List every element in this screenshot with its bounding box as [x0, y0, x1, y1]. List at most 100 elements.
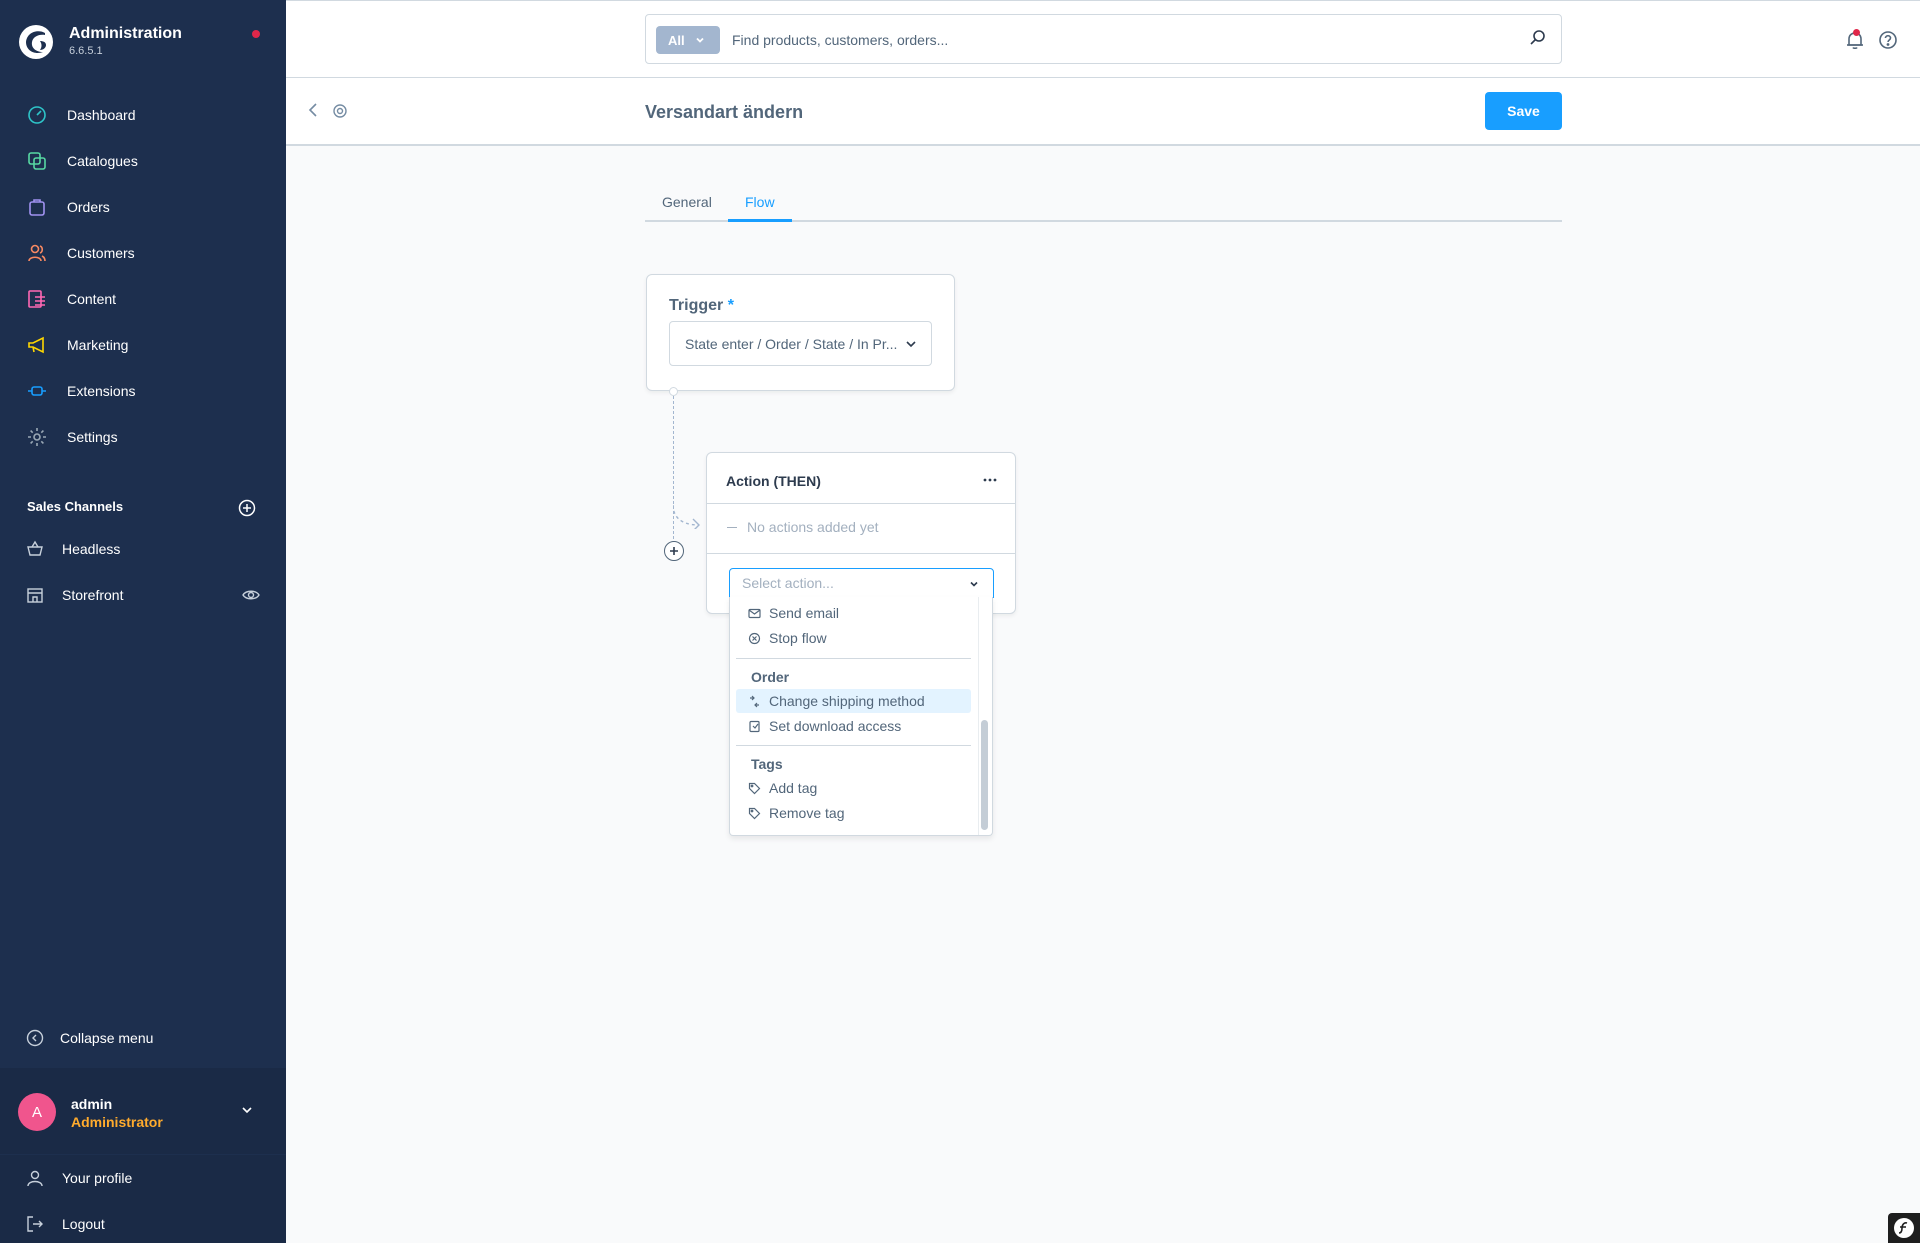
logout-link[interactable]: Logout — [26, 1209, 105, 1239]
shopware-logo-icon — [19, 25, 53, 59]
dashboard-icon — [26, 104, 48, 126]
nav-item-customers[interactable]: Customers — [0, 230, 286, 276]
nav-label: Dashboard — [67, 107, 136, 123]
sales-channel-label: Storefront — [62, 587, 124, 603]
empty-actions-text: No actions added yet — [747, 519, 879, 535]
group-tags: Tags — [751, 756, 783, 772]
nav-item-catalogues[interactable]: Catalogues — [0, 138, 286, 184]
shipping-icon — [750, 695, 759, 707]
catalogue-icon — [26, 150, 48, 172]
dash-icon — [727, 526, 737, 528]
sales-channel-label: Headless — [62, 541, 121, 557]
required-mark: * — [727, 297, 734, 314]
nav-label: Extensions — [67, 383, 136, 399]
collapse-menu[interactable]: Collapse menu — [26, 1025, 153, 1051]
nav-label: Marketing — [67, 337, 129, 353]
status-dot — [252, 30, 260, 38]
user-panel[interactable]: A admin Administrator — [0, 1068, 286, 1154]
sales-channels-title: Sales Channels — [27, 499, 124, 514]
option-set-download-access[interactable]: Set download access — [736, 714, 971, 738]
select-action-field[interactable]: Select action... — [729, 568, 994, 598]
search-type-select[interactable]: All — [656, 26, 720, 54]
sales-channel-headless[interactable]: Headless — [26, 534, 266, 564]
nav-label: Customers — [67, 245, 135, 261]
sidebar: Administration 6.6.5.1 Dashboard Catalog… — [0, 0, 286, 1243]
nav-item-settings[interactable]: Settings — [0, 414, 286, 460]
option-change-shipping-method[interactable]: Change shipping method — [736, 689, 971, 713]
divider — [736, 658, 971, 659]
nav-label: Content — [67, 291, 117, 307]
orders-icon — [26, 196, 48, 218]
sales-channel-storefront[interactable]: Storefront — [26, 580, 266, 610]
app-title: Administration — [69, 25, 182, 42]
eye-icon[interactable] — [242, 586, 260, 604]
search-icon[interactable] — [1529, 29, 1547, 47]
chevron-down-icon[interactable] — [240, 1103, 254, 1117]
option-send-email[interactable]: Send email — [736, 601, 971, 625]
brand: Administration 6.6.5.1 — [0, 0, 286, 84]
option-label: Send email — [769, 605, 840, 621]
symfony-toolbar-icon[interactable] — [1888, 1213, 1920, 1243]
nav-item-marketing[interactable]: Marketing — [0, 322, 286, 368]
search-input[interactable] — [732, 27, 1512, 53]
option-label: Remove tag — [769, 805, 845, 821]
symfony-logo-icon — [1894, 1218, 1914, 1238]
tag-icon — [748, 782, 761, 794]
action-title: Action (THEN) — [726, 473, 821, 489]
global-search: All — [645, 14, 1562, 64]
nav-label: Catalogues — [67, 153, 138, 169]
scrollbar-thumb[interactable] — [981, 720, 988, 830]
settings-icon — [26, 426, 48, 448]
add-sales-channel-icon[interactable] — [237, 498, 257, 518]
extensions-icon — [26, 380, 48, 402]
nav-item-content[interactable]: Content — [0, 276, 286, 322]
logout-label: Logout — [62, 1216, 105, 1232]
option-stop-flow[interactable]: Stop flow — [736, 626, 971, 650]
customers-icon — [26, 242, 48, 264]
help-icon[interactable] — [1878, 30, 1898, 50]
tab-bar: General Flow — [645, 186, 1562, 222]
empty-actions: No actions added yet — [727, 519, 879, 535]
user-icon — [27, 1170, 43, 1187]
main-nav: Dashboard Catalogues Orders Customers Co… — [0, 92, 286, 460]
trigger-label-text: Trigger — [669, 297, 724, 314]
nav-label: Settings — [67, 429, 118, 445]
your-profile-link[interactable]: Your profile — [26, 1163, 132, 1193]
option-label: Set download access — [769, 718, 902, 734]
add-sequence-button[interactable] — [664, 541, 684, 561]
chevron-down-icon — [695, 37, 704, 43]
mail-icon — [748, 608, 761, 618]
marketing-icon — [26, 334, 48, 356]
app-version: 6.6.5.1 — [69, 45, 103, 57]
tab-flow[interactable]: Flow — [745, 194, 775, 210]
nav-item-dashboard[interactable]: Dashboard — [0, 92, 286, 138]
option-label: Stop flow — [769, 630, 827, 646]
avatar: A — [18, 1093, 56, 1131]
option-remove-tag[interactable]: Remove tag — [736, 801, 971, 825]
back-icon[interactable] — [306, 102, 322, 118]
group-order: Order — [751, 669, 790, 685]
nav-item-extensions[interactable]: Extensions — [0, 368, 286, 414]
content-icon — [26, 288, 48, 310]
tag-icon — [748, 807, 761, 819]
trigger-value: State enter / Order / State / In Pr... — [685, 335, 898, 352]
user-links: Your profile Logout — [0, 1155, 286, 1243]
your-profile-label: Your profile — [62, 1170, 133, 1186]
save-button[interactable]: Save — [1485, 92, 1562, 130]
user-role: Administrator — [71, 1114, 163, 1130]
basket-icon — [27, 540, 43, 556]
option-label: Add tag — [769, 780, 818, 796]
trigger-select[interactable]: State enter / Order / State / In Pr... — [669, 321, 932, 366]
stop-icon — [748, 632, 761, 644]
nav-item-orders[interactable]: Orders — [0, 184, 286, 230]
tab-general[interactable]: General — [662, 194, 712, 210]
gear-icon[interactable] — [332, 103, 348, 119]
search-type-label: All — [668, 32, 685, 48]
active-tab-indicator — [728, 219, 792, 222]
more-options-icon[interactable] — [983, 473, 997, 487]
plus-icon — [670, 547, 678, 555]
select-action-placeholder: Select action... — [742, 575, 834, 591]
trigger-card: Trigger * State enter / Order / State / … — [646, 274, 955, 391]
option-add-tag[interactable]: Add tag — [736, 776, 971, 800]
download-access-icon — [749, 720, 760, 732]
